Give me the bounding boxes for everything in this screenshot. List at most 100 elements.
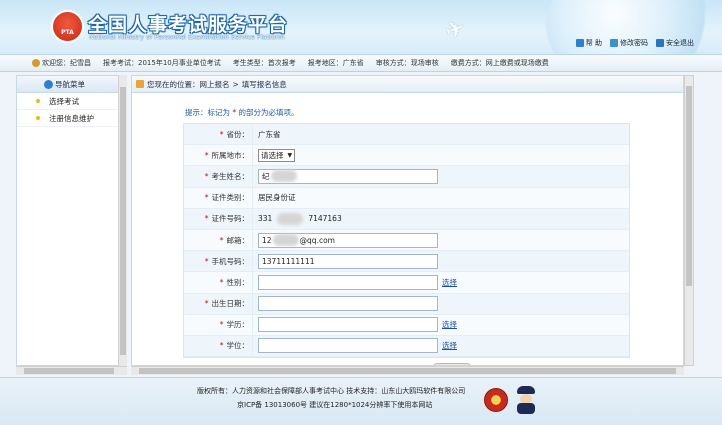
birth-label: * 出生日期：: [184, 293, 253, 314]
name-input-value: 纪: [262, 171, 270, 181]
breadcrumb-prefix: 您现在的位置：网上报名: [147, 79, 230, 89]
birth-input[interactable]: [258, 296, 438, 312]
sidebar-title: 导航菜单: [55, 79, 85, 89]
logout-label: 安全退出: [666, 39, 694, 47]
degree-value: 选择: [253, 336, 457, 356]
sidebar-vertical-scrollbar[interactable]: [118, 75, 127, 366]
exam-region: 报考地区：广东省: [307, 59, 364, 67]
site-subtitle: National Ministry of Personnel Examinati…: [89, 33, 285, 41]
menu-icon: [44, 80, 53, 89]
edu-choose-link[interactable]: 选择: [442, 319, 457, 330]
phone-value: 13711111111: [253, 251, 438, 271]
hint-before: 提示：标记为: [185, 108, 230, 117]
degree-input[interactable]: [258, 338, 438, 354]
required-star: *: [204, 214, 209, 224]
edu-input[interactable]: [258, 317, 438, 333]
hint-star: *: [232, 108, 237, 117]
idno-prefix: 331: [258, 214, 273, 224]
required-star: *: [219, 320, 224, 330]
form-row-phone: * 手机号码： 13711111111: [184, 251, 629, 273]
redacted-blur: [277, 212, 304, 225]
sidebar-item-label: 选择考试: [49, 96, 79, 106]
payment-method: 缴费方式：网上缴费或现场缴费: [450, 59, 549, 67]
bullet-icon: [36, 99, 40, 103]
help-icon: [575, 39, 584, 47]
police-badge-icon[interactable]: [484, 388, 508, 412]
sidebar-header: 导航菜单: [17, 76, 126, 93]
registration-form: * 省份： 广东省 * 所属地市： 请选择 ▼ * 考生姓名： 纪 * 证件类别： 居民…: [183, 123, 630, 359]
gender-label-text: 性别：: [226, 277, 250, 287]
form-row-education: * 学历： 选择: [184, 314, 629, 336]
idtype-value: 居民身份证: [258, 193, 296, 203]
welcome-label: 欢迎您：纪雪昌: [42, 59, 91, 67]
chevron-down-icon: ▼: [287, 151, 293, 159]
logout-link[interactable]: 安全退出: [656, 38, 694, 48]
form-row-city: * 所属地市： 请选择 ▼: [184, 145, 629, 167]
form-row-birth: * 出生日期：: [184, 293, 629, 315]
help-label: 帮 助: [585, 39, 602, 47]
form-row-idno: * 证件号码： 331 7147163: [184, 208, 629, 230]
province-label: * 省份：: [184, 124, 253, 145]
scrollbar-thumb[interactable]: [120, 87, 126, 355]
header-links: 帮 助 修改密码 安全退出: [575, 38, 694, 48]
main-vertical-scrollbar[interactable]: [684, 75, 694, 366]
icp-text: 京ICP备 13013060号 建议在1280*1024分辨率下使用本网站: [237, 401, 433, 409]
change-password-label: 修改密码: [620, 39, 648, 47]
gender-choose-link[interactable]: 选择: [442, 277, 457, 288]
sidebar-item-registration[interactable]: 注册信息维护: [17, 110, 126, 127]
email-input[interactable]: 12 @qq.com: [258, 232, 438, 248]
footer: 版权所有：人力资源和社会保障部人事考试中心 技术支持：山东山大鸥玛软件有限公司 …: [0, 377, 722, 425]
sidebar-item-select-exam[interactable]: 选择考试: [17, 93, 126, 110]
city-select[interactable]: 请选择 ▼: [258, 148, 296, 162]
required-star: *: [204, 150, 209, 160]
required-star: *: [219, 129, 224, 139]
main-horizontal-scrollbar[interactable]: [131, 366, 684, 375]
scrollbar-thumb[interactable]: [686, 86, 692, 286]
user-icon: [32, 59, 40, 67]
breadcrumb-separator: >: [232, 79, 239, 89]
hint-after: 的部分为必填项。: [238, 108, 299, 117]
name-value: 纪: [253, 166, 438, 186]
sidebar: 导航菜单 选择考试 注册信息维护: [16, 75, 127, 366]
breadcrumb-current: 填写报名信息: [241, 79, 287, 89]
change-password-link[interactable]: 修改密码: [610, 38, 648, 48]
main-panel: 您现在的位置：网上报名 > 填写报名信息 提示：标记为 * 的部分为必填项。 *…: [131, 75, 684, 366]
phone-label-text: 手机号码：: [211, 256, 250, 266]
pta-logo: [51, 10, 84, 43]
breadcrumb: 您现在的位置：网上报名 > 填写报名信息: [132, 76, 683, 93]
phone-label: * 手机号码：: [184, 251, 253, 272]
name-label-text: 考生姓名：: [211, 171, 250, 181]
help-link[interactable]: 帮 助: [575, 38, 602, 48]
police-body: [517, 403, 535, 414]
city-value: 请选择 ▼: [253, 145, 296, 165]
form-row-gender: * 性别： 选择: [184, 272, 629, 294]
required-star: *: [204, 256, 209, 266]
degree-label: * 学位：: [184, 335, 253, 357]
province-value: 广东省: [258, 129, 281, 139]
scrollbar-thumb[interactable]: [24, 368, 114, 374]
form-row-email: * 邮箱： 12 @qq.com: [184, 229, 629, 252]
idno-label-text: 证件号码：: [211, 214, 250, 224]
name-input[interactable]: 纪: [258, 168, 438, 184]
cyber-police-icon[interactable]: [514, 386, 538, 414]
scrollbar-thumb[interactable]: [139, 368, 676, 374]
required-star: *: [204, 193, 209, 203]
required-star: *: [219, 277, 224, 287]
city-label: * 所属地市：: [184, 145, 253, 166]
sidebar-horizontal-scrollbar[interactable]: [16, 366, 127, 375]
degree-choose-link[interactable]: 选择: [442, 340, 457, 351]
home-icon: [136, 80, 144, 88]
header: 全国人事考试服务平台 National Ministry of Personne…: [0, 0, 722, 54]
gender-input[interactable]: [258, 274, 438, 290]
edu-label-text: 学历：: [226, 320, 250, 330]
bullet-icon: [36, 116, 40, 120]
exam-info: 报考考试：2015年10月事业单位考试: [103, 59, 221, 67]
idno-value: 331 7147163: [253, 209, 342, 229]
edu-value: 选择: [253, 315, 457, 335]
redacted-blur: [270, 170, 297, 183]
sidebar-item-label: 注册信息维护: [49, 113, 94, 123]
birth-value: [253, 294, 438, 314]
police-cap: [517, 386, 535, 394]
phone-input[interactable]: 13711111111: [258, 253, 438, 269]
info-bar: 欢迎您：纪雪昌 报考考试：2015年10月事业单位考试 考生类型：首次报考 报考…: [0, 54, 722, 72]
